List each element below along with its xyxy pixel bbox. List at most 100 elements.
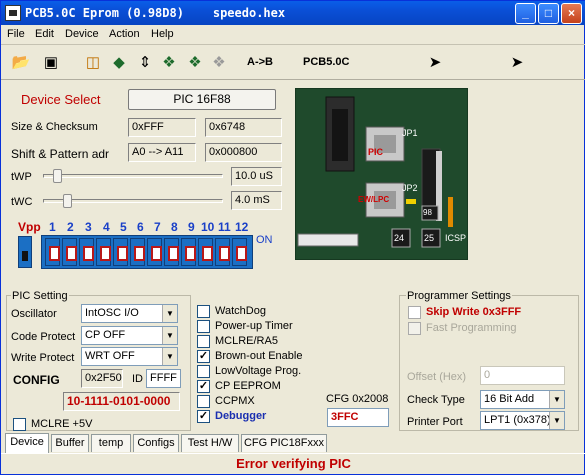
watchdog-label: WatchDog [215,305,266,317]
chevron-down-icon[interactable]: ▼ [549,391,564,408]
save-disk-icon[interactable]: ▣ [39,52,63,74]
vpp-switch[interactable] [18,236,32,268]
twp-label: tWP [11,171,32,183]
dip-switch[interactable] [215,238,230,266]
fast-prog-checkbox[interactable] [408,322,421,335]
dip-switch[interactable] [45,238,60,266]
cp-eeprom-label: CP EEPROM [215,380,281,392]
pcb-button[interactable]: PCB5.0C [303,56,349,68]
read-chip-icon[interactable]: ◆ [107,52,131,74]
printer-port-label: Printer Port [407,416,463,428]
cp-eeprom-checkbox[interactable]: ✓ [197,380,210,393]
device-select-label: Device Select [21,92,101,107]
jp2-label: JP2 [402,183,418,193]
lock2-icon[interactable]: ➤ [505,52,529,74]
code-protect-select[interactable]: CP OFF ▼ [81,326,178,345]
dip-switch[interactable] [130,238,145,266]
dip-switch[interactable] [147,238,162,266]
shift-pattern-label: Shift & Pattern adr [11,147,110,161]
low-voltage-checkbox[interactable] [197,365,210,378]
tab-cfg-pic18[interactable]: CFG PIC18Fxxx [241,434,327,452]
menu-file[interactable]: File [7,28,25,40]
pattern-addr-field: 0x000800 [205,143,282,162]
brown-out-checkbox[interactable]: ✓ [197,350,210,363]
status-bar: Error verifying PIC [1,453,585,475]
id-input[interactable]: FFFF [146,369,181,388]
dip-switch[interactable] [164,238,179,266]
menu-action[interactable]: Action [109,28,140,40]
chip-select-button[interactable]: PIC 16F88 [128,89,276,110]
chip-98-label: 98 [423,208,432,217]
dip-on-label: ON [256,234,273,246]
title-bar[interactable]: PCB5.0C Eprom (0.98D8) speedo.hex _ □ × [1,1,585,25]
a-to-b-button[interactable]: A->B [247,56,273,68]
offset-input[interactable]: 0 [480,366,565,385]
dip-switch[interactable] [232,238,247,266]
low-voltage-label: LowVoltage Prog. [215,365,302,377]
program-icon[interactable]: ⇕ [133,52,157,74]
dip-number: 6 [137,220,144,234]
dip-switch[interactable] [198,238,213,266]
menu-edit[interactable]: Edit [35,28,54,40]
board-drawing [297,96,453,248]
open-folder-icon[interactable]: 📂 [9,52,33,74]
twc-slider-thumb[interactable] [63,194,72,208]
dip-switch[interactable] [113,238,128,266]
check-type-label: Check Type [407,394,465,406]
auto-icon[interactable]: ❖ [207,52,231,74]
dip-switch[interactable] [181,238,196,266]
verify-icon[interactable]: ❖ [157,52,181,74]
dip-switch[interactable] [62,238,77,266]
app-window: PCB5.0C Eprom (0.98D8) speedo.hex _ □ × … [0,0,585,475]
menu-help[interactable]: Help [151,28,174,40]
skip-write-checkbox[interactable] [408,306,421,319]
tab-configs[interactable]: Configs [133,434,179,452]
power-up-timer-checkbox[interactable] [197,320,210,333]
mclre-ra5-checkbox[interactable] [197,335,210,348]
close-button[interactable]: × [561,3,582,24]
write-protect-select[interactable]: WRT OFF ▼ [81,347,178,366]
chevron-down-icon[interactable]: ▼ [162,327,177,344]
menu-device[interactable]: Device [65,28,99,40]
cfg-value[interactable]: 3FFC [327,408,389,427]
watchdog-checkbox[interactable] [197,305,210,318]
twp-slider-thumb[interactable] [53,169,62,183]
dip-number: 3 [85,220,92,234]
erase-icon[interactable]: ◫ [81,52,105,74]
minimize-button[interactable]: _ [515,3,536,24]
size-checksum-label: Size & Checksum [11,121,98,133]
tab-temp[interactable]: temp [91,434,131,452]
dip-number: 12 [235,220,249,234]
printer-port-select[interactable]: LPT1 (0x378) ▼ [480,411,565,430]
chevron-down-icon[interactable]: ▼ [162,348,177,365]
chevron-down-icon[interactable]: ▼ [162,305,177,322]
twp-slider-track [43,174,223,178]
skip-write-label: Skip Write 0x3FFF [426,306,522,318]
compare-icon[interactable]: ❖ [183,52,207,74]
tab-buffer[interactable]: Buffer [51,434,89,452]
icsp-label: ICSP [445,233,467,243]
lock-icon[interactable]: ➤ [423,52,447,74]
ccpmx-checkbox[interactable] [197,395,210,408]
chevron-down-icon[interactable]: ▼ [549,412,564,429]
check-type-value: 16 Bit Add [484,393,535,405]
dip-switch[interactable] [79,238,94,266]
oscillator-select[interactable]: IntOSC I/O ▼ [81,304,178,323]
mclre5v-checkbox[interactable] [13,418,26,431]
tab-device[interactable]: Device [5,433,49,453]
debugger-checkbox[interactable]: ✓ [197,410,210,423]
dip-switch[interactable] [96,238,111,266]
maximize-button[interactable]: □ [538,3,559,24]
check-type-select[interactable]: 16 Bit Add ▼ [480,390,565,409]
fast-prog-label: Fast Programming [426,322,517,334]
toolbar: 📂 ▣ ◫ ◆ ⇕ ❖ ❖ ❖ A->B PCB5.0C ➤ ➤ [1,46,585,80]
vpp-label: Vpp [18,220,41,234]
twc-value: 4.0 mS [231,191,282,210]
code-protect-label: Code Protect [11,331,76,343]
debugger-label: Debugger [215,410,267,422]
dip-number: 2 [67,220,74,234]
cfg-label: CFG 0x2008 [326,393,389,405]
ccpmx-label: CCPMX [215,395,255,407]
dip-number: 4 [103,220,110,234]
tab-test-hw[interactable]: Test H/W [181,434,239,452]
